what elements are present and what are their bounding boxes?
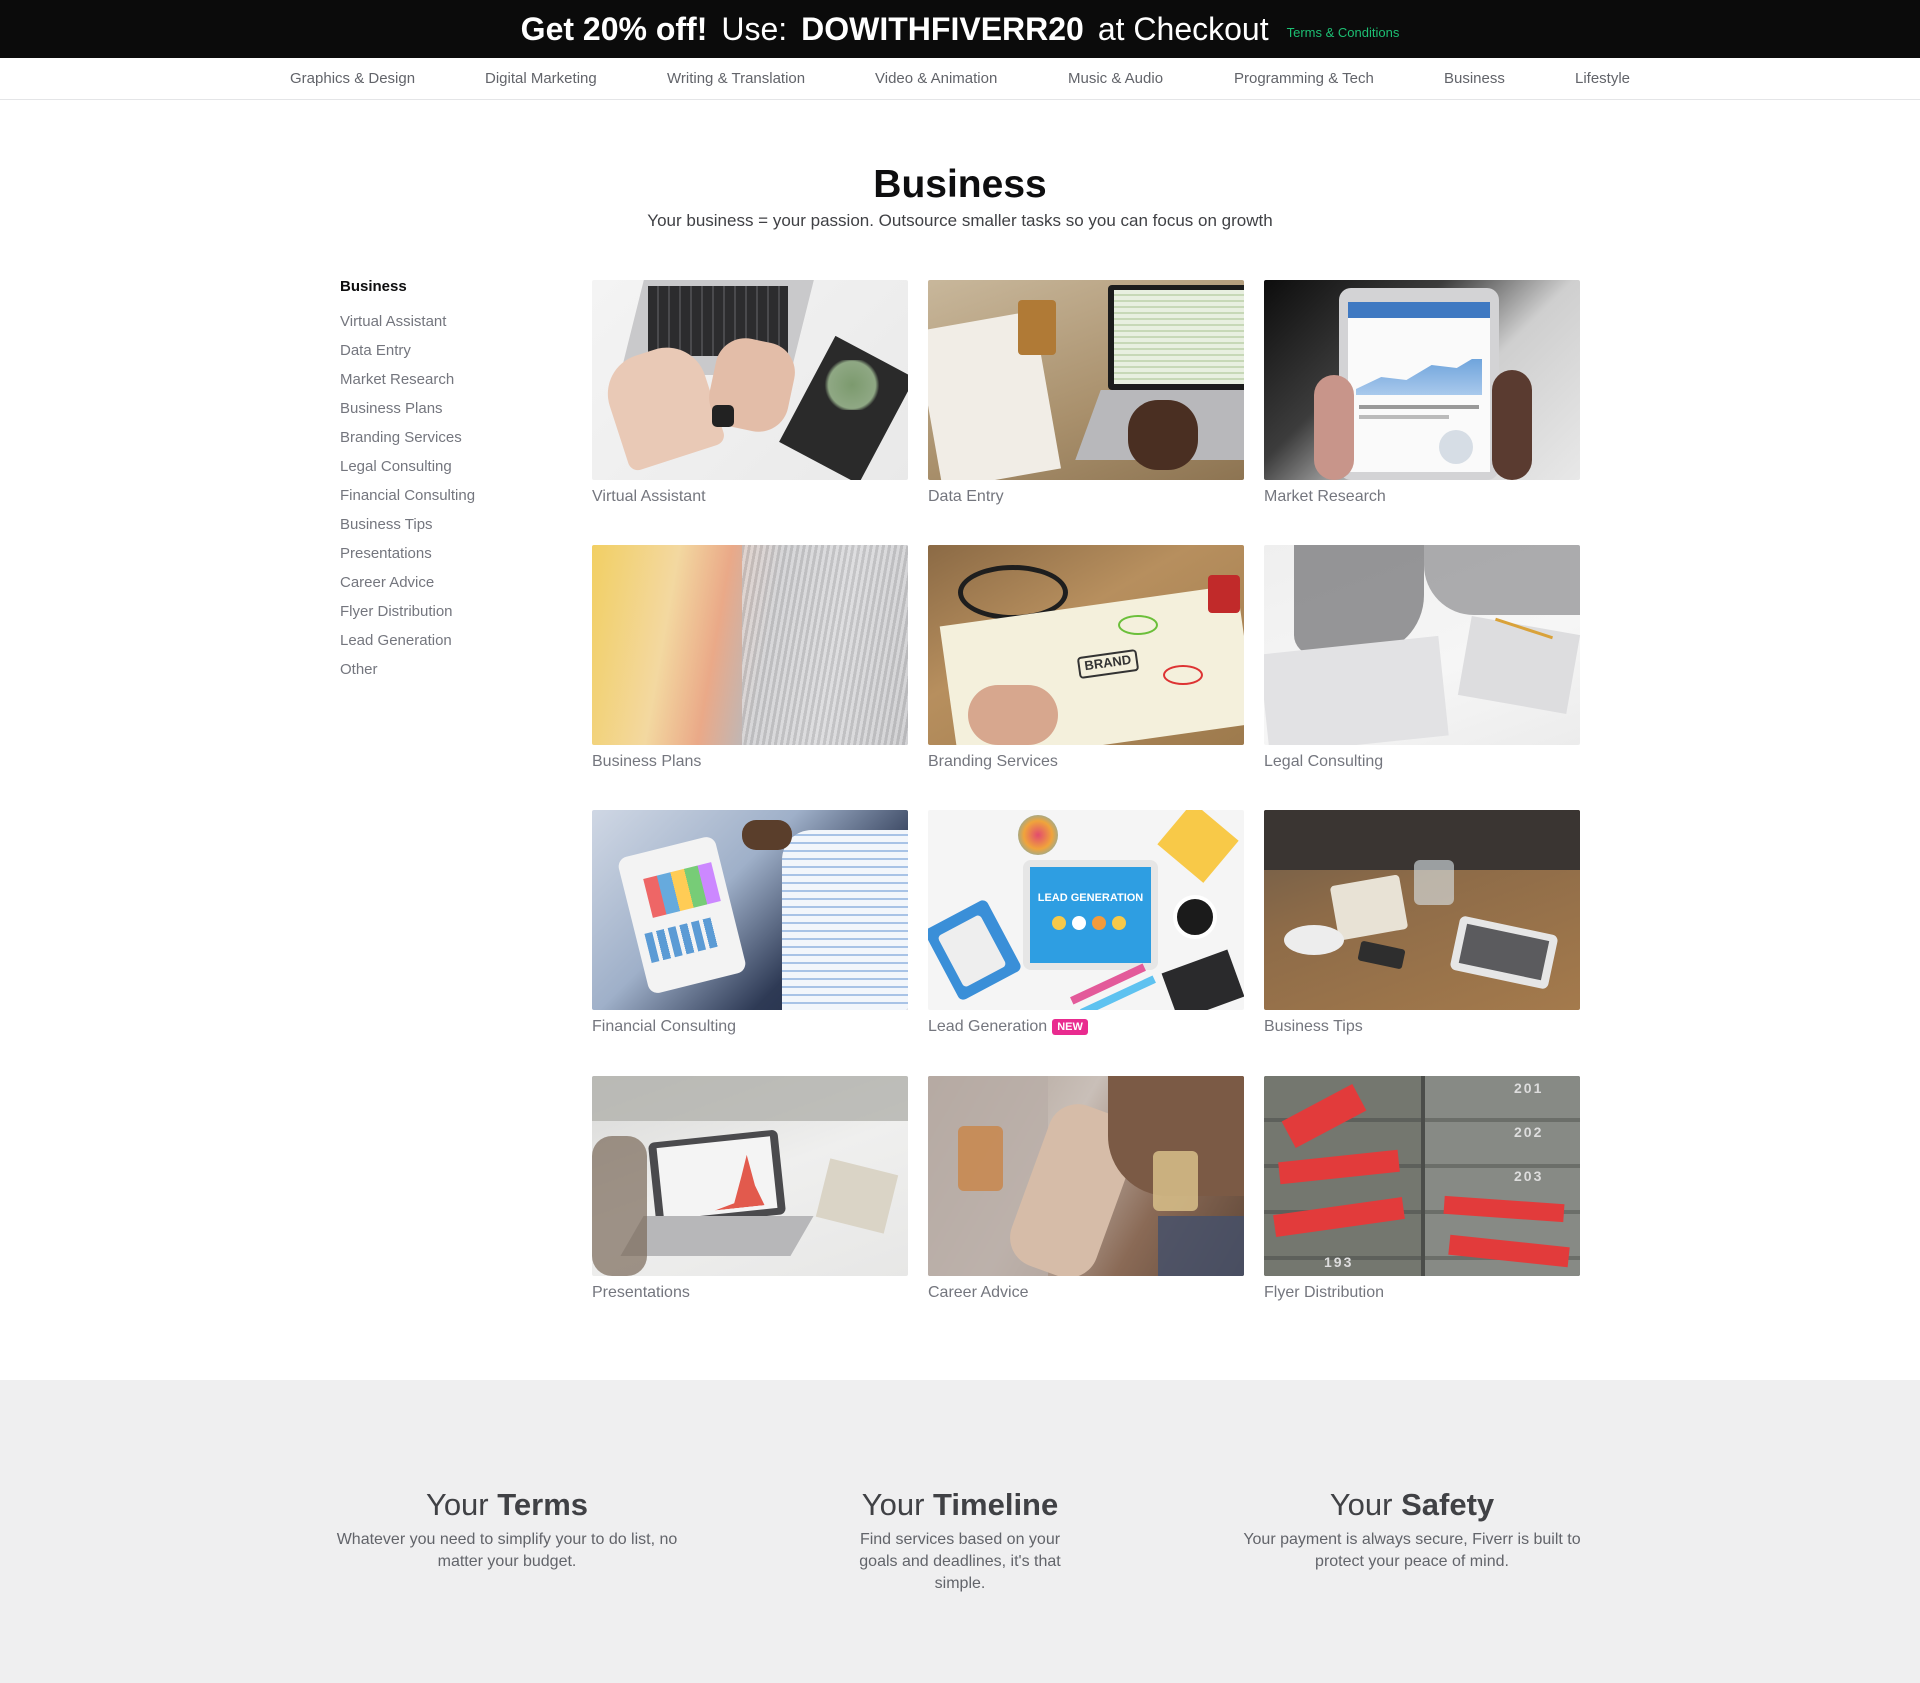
nav-lifestyle[interactable]: Lifestyle (1575, 70, 1630, 87)
card-label: Virtual Assistant (592, 488, 706, 505)
mailbox-number: 202 (1514, 1124, 1544, 1140)
category-nav: Graphics & Design Digital Marketing Writ… (0, 58, 1920, 100)
card-label: Flyer Distribution (1264, 1284, 1385, 1301)
sidebar-item-financial-consulting[interactable]: Financial Consulting (340, 481, 560, 510)
card-virtual-assistant[interactable]: Virtual Assistant (592, 280, 908, 506)
sidebar-item-presentations[interactable]: Presentations (340, 539, 560, 568)
business-plans-photo (592, 545, 908, 745)
feature-text: Find services based on your goals and de… (859, 1531, 1061, 1592)
card-label: Lead Generation (928, 1018, 1048, 1035)
mailbox-number: 203 (1514, 1168, 1544, 1184)
financial-consulting-photo (592, 810, 908, 1010)
card-label: Business Plans (592, 753, 702, 770)
nav-graphics-design[interactable]: Graphics & Design (290, 70, 415, 87)
mailbox-number: 193 (1324, 1254, 1354, 1270)
mailbox-number: 201 (1514, 1080, 1544, 1096)
nav-programming-tech[interactable]: Programming & Tech (1234, 70, 1374, 87)
feature-text: Whatever you need to simplify your to do… (336, 1531, 678, 1570)
feature-title: Your Timeline (861, 1487, 1059, 1522)
sidebar-heading[interactable]: Business (340, 278, 560, 303)
feature-text: Your payment is always secure, Fiverr is… (1243, 1531, 1581, 1570)
sidebar-item-business-tips[interactable]: Business Tips (340, 510, 560, 539)
page-title: Business (873, 163, 1047, 206)
feature-safety: Your Safety Your payment is always secur… (1232, 1487, 1592, 1573)
nav-digital-marketing[interactable]: Digital Marketing (485, 70, 597, 87)
career-advice-photo (928, 1076, 1244, 1276)
nav-writing-translation[interactable]: Writing & Translation (667, 70, 805, 87)
flyer-distribution-photo: 201 202 203 193 (1264, 1076, 1580, 1276)
feature-title: Your Terms (425, 1487, 588, 1522)
business-tips-photo (1264, 810, 1580, 1010)
sidebar-item-flyer-distribution[interactable]: Flyer Distribution (340, 597, 560, 626)
promo-use-label: Use: (721, 10, 788, 47)
card-legal-consulting[interactable]: Legal Consulting (1264, 545, 1580, 771)
card-label: Data Entry (928, 488, 1004, 505)
sidebar-item-branding-services[interactable]: Branding Services (340, 423, 560, 452)
card-label: Business Tips (1264, 1018, 1363, 1035)
nav-business[interactable]: Business (1444, 70, 1505, 87)
card-label: Financial Consulting (592, 1018, 737, 1035)
feature-terms: Your Terms Whatever you need to simplify… (327, 1487, 687, 1573)
card-flyer-distribution[interactable]: 201 202 203 193 Flyer Distribution (1264, 1076, 1580, 1302)
sidebar-item-data-entry[interactable]: Data Entry (340, 336, 560, 365)
virtual-assistant-photo (592, 280, 908, 480)
market-research-photo (1264, 280, 1580, 480)
nav-music-audio[interactable]: Music & Audio (1068, 70, 1163, 87)
sidebar-item-virtual-assistant[interactable]: Virtual Assistant (340, 307, 560, 336)
promo-checkout-text: at Checkout (1097, 10, 1269, 47)
feature-timeline: Your Timeline Find services based on you… (780, 1487, 1140, 1595)
card-data-entry[interactable]: Data Entry (928, 280, 1244, 506)
card-branding-services[interactable]: BRAND Branding Services (928, 545, 1244, 771)
presentations-photo (592, 1076, 908, 1276)
data-entry-photo (928, 280, 1244, 480)
promo-discount: Get 20% off! (520, 10, 708, 47)
terms-conditions-link[interactable]: Terms & Conditions (1287, 25, 1400, 40)
sidebar-item-market-research[interactable]: Market Research (340, 365, 560, 394)
card-business-plans[interactable]: Business Plans (592, 545, 908, 771)
lead-generation-photo: LEAD GENERATION (928, 810, 1244, 1010)
feature-title: Your Safety (1329, 1487, 1495, 1522)
card-lead-generation[interactable]: LEAD GENERATION Lead Generation NEW (928, 810, 1244, 1036)
branding-services-photo: BRAND (928, 545, 1244, 745)
sidebar-item-other[interactable]: Other (340, 655, 560, 684)
card-career-advice[interactable]: Career Advice (928, 1076, 1244, 1302)
benefits-section: Your Terms Whatever you need to simplify… (0, 1380, 1920, 1683)
page-subtitle: Your business = your passion. Outsource … (647, 211, 1273, 230)
sidebar-item-lead-generation[interactable]: Lead Generation (340, 626, 560, 655)
card-financial-consulting[interactable]: Financial Consulting (592, 810, 908, 1036)
card-label: Branding Services (928, 753, 1058, 770)
sidebar-item-career-advice[interactable]: Career Advice (340, 568, 560, 597)
new-badge: NEW (1052, 1019, 1088, 1035)
card-market-research[interactable]: Market Research (1264, 280, 1580, 506)
card-label: Market Research (1264, 488, 1386, 505)
sidebar-item-business-plans[interactable]: Business Plans (340, 394, 560, 423)
card-label: Career Advice (928, 1284, 1029, 1301)
nav-video-animation[interactable]: Video & Animation (875, 70, 997, 87)
promo-banner: Get 20% off! Use: DOWITHFIVERR20 at Chec… (0, 0, 1920, 58)
sidebar-item-legal-consulting[interactable]: Legal Consulting (340, 452, 560, 481)
card-business-tips[interactable]: Business Tips (1264, 810, 1580, 1036)
card-label: Legal Consulting (1264, 753, 1384, 770)
legal-consulting-photo (1264, 545, 1580, 745)
lead-screen-text: LEAD GENERATION (1037, 892, 1144, 904)
promo-code: DOWITHFIVERR20 (801, 10, 1084, 47)
card-label: Presentations (592, 1284, 690, 1301)
card-presentations[interactable]: Presentations (592, 1076, 908, 1302)
subcategory-sidebar: Business Virtual Assistant Data Entry Ma… (340, 278, 560, 684)
